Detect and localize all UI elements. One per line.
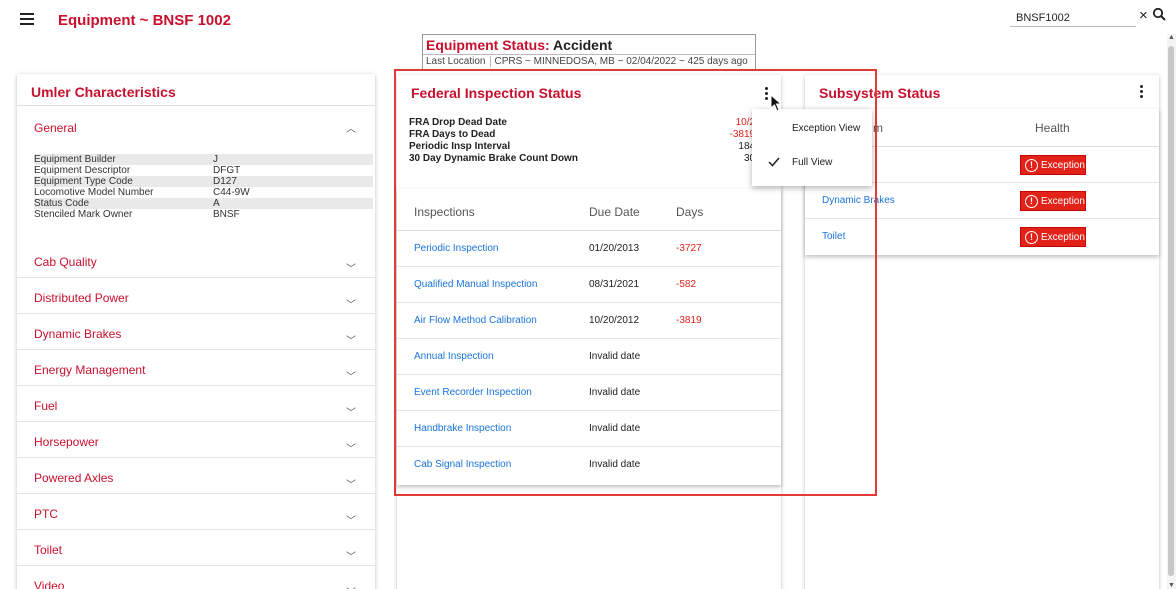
menu-item-exception-view[interactable]: Exception View (752, 111, 872, 147)
page-title: Equipment ~ BNSF 1002 (58, 12, 231, 29)
section-toilet[interactable]: Toilet ﹀ (17, 530, 375, 566)
chevron-down-icon: ﹀ (346, 480, 356, 491)
section-fuel[interactable]: Fuel ﹀ (17, 386, 375, 422)
chevron-down-icon: ﹀ (346, 584, 356, 589)
section-horsepower[interactable]: Horsepower ﹀ (17, 422, 375, 458)
close-icon[interactable]: × (1139, 7, 1148, 24)
umler-characteristics-card: Umler Characteristics General ︿ Equipmen… (17, 74, 375, 589)
attribute-row: Equipment Builder J (34, 154, 373, 165)
column-header: Inspections (414, 205, 475, 219)
table-row: Qualified Manual Inspection 08/31/2021 -58… (397, 267, 781, 303)
section-general[interactable]: General ︿ (17, 107, 375, 147)
federal-title: Federal Inspection Status (411, 85, 582, 101)
scroll-up-icon[interactable]: ▲ (1167, 34, 1176, 41)
inspection-link[interactable]: Periodic Inspection (414, 231, 499, 267)
more-options-icon[interactable] (1140, 85, 1144, 100)
umler-title: Umler Characteristics (31, 84, 176, 100)
chevron-down-icon: ﹀ (346, 372, 356, 383)
table-row: Cab Signal Inspection Invalid date (397, 447, 781, 483)
chevron-up-icon: ︿ (346, 124, 356, 135)
scroll-down-icon[interactable]: ▼ (1167, 582, 1176, 589)
alert-icon: ! (1025, 159, 1038, 172)
metric-row: FRA Days to Dead -3819 da (409, 129, 769, 140)
section-video[interactable]: Video﹀ (17, 566, 375, 589)
menu-item-full-view[interactable]: Full View (752, 145, 872, 181)
attribute-row: Stenciled Mark Owner BNSF (34, 209, 240, 220)
inspection-link[interactable]: Cab Signal Inspection (414, 447, 511, 483)
inspection-link[interactable]: Qualified Manual Inspection (414, 267, 537, 303)
inspection-link[interactable]: Handbrake Inspection (414, 411, 511, 447)
inspection-link[interactable]: Annual Inspection (414, 339, 494, 375)
chevron-down-icon: ﹀ (346, 300, 356, 311)
table-row: Event Recorder Inspection Invalid date (397, 375, 781, 411)
chevron-down-icon: ﹀ (346, 264, 356, 275)
federal-inspection-card: Federal Inspection Status FRA Drop Dead … (397, 75, 781, 589)
equipment-status-value: Accident (553, 37, 613, 53)
chevron-down-icon: ﹀ (346, 552, 356, 563)
section-powered-axles[interactable]: Powered Axles ﹀ (17, 458, 375, 494)
last-location-label: Last Location (426, 56, 491, 67)
last-location-value: CPRS ~ MINNEDOSA, MB ~ 02/04/2022 ~ 425 … (494, 56, 748, 67)
search-icon[interactable] (1152, 7, 1166, 21)
table-row: Annual Inspection Invalid date (397, 339, 781, 375)
page-scrollbar[interactable]: ▲ ▼ (1167, 34, 1176, 589)
column-header: m (873, 121, 883, 135)
chevron-down-icon: ﹀ (346, 444, 356, 455)
equipment-status-box: Equipment Status: Accident Last Location… (422, 34, 756, 70)
inspections-table: Inspections Due Date Days Periodic Inspe… (397, 189, 781, 485)
alert-icon: ! (1025, 231, 1038, 244)
section-label: General (34, 121, 77, 135)
section-ptc[interactable]: PTC ﹀ (17, 494, 375, 530)
chevron-down-icon: ﹀ (346, 408, 356, 419)
table-row: Periodic Inspection 01/20/2013 -3727 (397, 231, 781, 267)
metric-row: Periodic Insp Interval184 da (409, 141, 769, 152)
section-cab-quality[interactable]: Cab Quality ﹀ (17, 242, 375, 278)
chevron-down-icon: ﹀ (346, 336, 356, 347)
attribute-row: Status Code A (34, 198, 373, 209)
more-options-icon[interactable] (765, 87, 769, 102)
inspection-link[interactable]: Air Flow Method Calibration (414, 303, 537, 339)
table-row: Toilet ! Exception (805, 219, 1159, 255)
inspection-link[interactable]: Event Recorder Inspection (414, 375, 532, 411)
menu-icon[interactable] (20, 13, 34, 25)
table-header: Inspections Due Date Days (397, 189, 781, 231)
section-distributed-power[interactable]: Distributed Power ﹀ (17, 278, 375, 314)
exception-badge: ! Exception (1020, 155, 1086, 175)
chevron-down-icon: ﹀ (346, 516, 356, 527)
mouse-cursor-icon (770, 94, 782, 112)
subsystem-title: Subsystem Status (819, 85, 941, 101)
umler-header: Umler Characteristics (17, 74, 375, 106)
scrollbar-thumb[interactable] (1168, 46, 1174, 576)
equipment-status-label: Equipment Status: (426, 37, 550, 53)
last-location: Last Location CPRS ~ MINNEDOSA, MB ~ 02/0… (423, 54, 755, 69)
exception-badge: ! Exception (1020, 191, 1086, 211)
attribute-row: Locomotive Model Number C44-9W (34, 187, 250, 198)
attribute-row: Equipment Descriptor DFGT (34, 165, 241, 176)
subsystem-link[interactable]: Toilet (822, 219, 845, 255)
column-header: Days (676, 205, 704, 219)
section-energy-management[interactable]: Energy Management ﹀ (17, 350, 375, 386)
check-icon (768, 157, 780, 167)
search-input[interactable] (1010, 9, 1136, 27)
alert-icon: ! (1025, 195, 1038, 208)
metric-row: FRA Drop Dead Date10/20/2 (409, 117, 769, 128)
subsystem-link[interactable]: Dynamic Brakes (822, 183, 895, 219)
fra-metrics: FRA Drop Dead Date10/20/2 FRA Days to De… (409, 117, 769, 165)
view-options-menu: Exception View Full View (752, 109, 872, 186)
table-row: Air Flow Method Calibration 10/20/2012 -38… (397, 303, 781, 339)
column-header: Due Date (589, 205, 640, 219)
metric-row: 30 Day Dynamic Brake Count Down30 da (409, 153, 769, 164)
table-row: Dynamic Brakes ! Exception (805, 183, 1159, 219)
table-row: Handbrake Inspection Invalid date (397, 411, 781, 447)
exception-badge: ! Exception (1020, 227, 1086, 247)
attribute-row: Equipment Type Code D127 (34, 176, 373, 187)
section-dynamic-brakes[interactable]: Dynamic Brakes ﹀ (17, 314, 375, 350)
general-attributes: Equipment Builder J Equipment Descriptor D… (34, 154, 373, 220)
equipment-status: Equipment Status: Accident (426, 37, 612, 53)
column-header: Health (1035, 121, 1070, 135)
